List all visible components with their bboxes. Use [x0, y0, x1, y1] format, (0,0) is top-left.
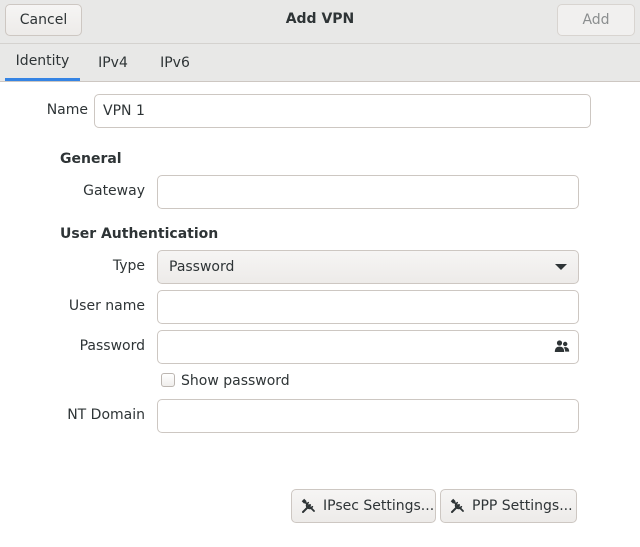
show-password-label[interactable]: Show password [181, 373, 290, 389]
general-section-title: General [60, 151, 122, 167]
header-bar: Cancel Add VPN Add [0, 0, 640, 44]
nt-domain-label: NT Domain [67, 407, 145, 423]
ipsec-settings-button[interactable]: IPsec Settings... [291, 489, 436, 523]
tools-icon [450, 498, 464, 513]
username-label: User name [68, 298, 145, 314]
tab-identity[interactable]: Identity [5, 44, 80, 81]
type-dropdown[interactable]: Password [157, 250, 579, 284]
ppp-settings-label: PPP Settings... [472, 498, 573, 514]
password-label: Password [79, 338, 145, 354]
add-button[interactable]: Add [557, 4, 635, 36]
password-field-container [157, 330, 579, 364]
type-label: Type [112, 258, 145, 274]
ipsec-settings-label: IPsec Settings... [323, 498, 435, 514]
show-password-checkbox[interactable] [161, 373, 175, 387]
people-icon[interactable] [554, 339, 570, 353]
tab-bar: Identity IPv4 IPv6 [0, 44, 640, 82]
add-vpn-dialog: Cancel Add VPN Add Identity IPv4 IPv6 Na… [0, 0, 640, 547]
chevron-down-icon [555, 264, 567, 270]
name-label: Name [46, 102, 88, 118]
dialog-title: Add VPN [285, 11, 355, 27]
nt-domain-field[interactable] [157, 399, 579, 433]
ppp-settings-button[interactable]: PPP Settings... [440, 489, 577, 523]
username-field[interactable] [157, 290, 579, 324]
type-dropdown-value: Password [169, 259, 235, 275]
gateway-field[interactable] [157, 175, 579, 209]
user-authentication-section-title: User Authentication [60, 226, 219, 242]
name-field[interactable] [94, 94, 591, 128]
gateway-label: Gateway [83, 183, 145, 199]
tools-icon [301, 498, 315, 513]
password-field[interactable] [157, 330, 579, 364]
tab-ipv6[interactable]: IPv6 [150, 44, 200, 81]
tab-ipv4[interactable]: IPv4 [88, 44, 138, 81]
